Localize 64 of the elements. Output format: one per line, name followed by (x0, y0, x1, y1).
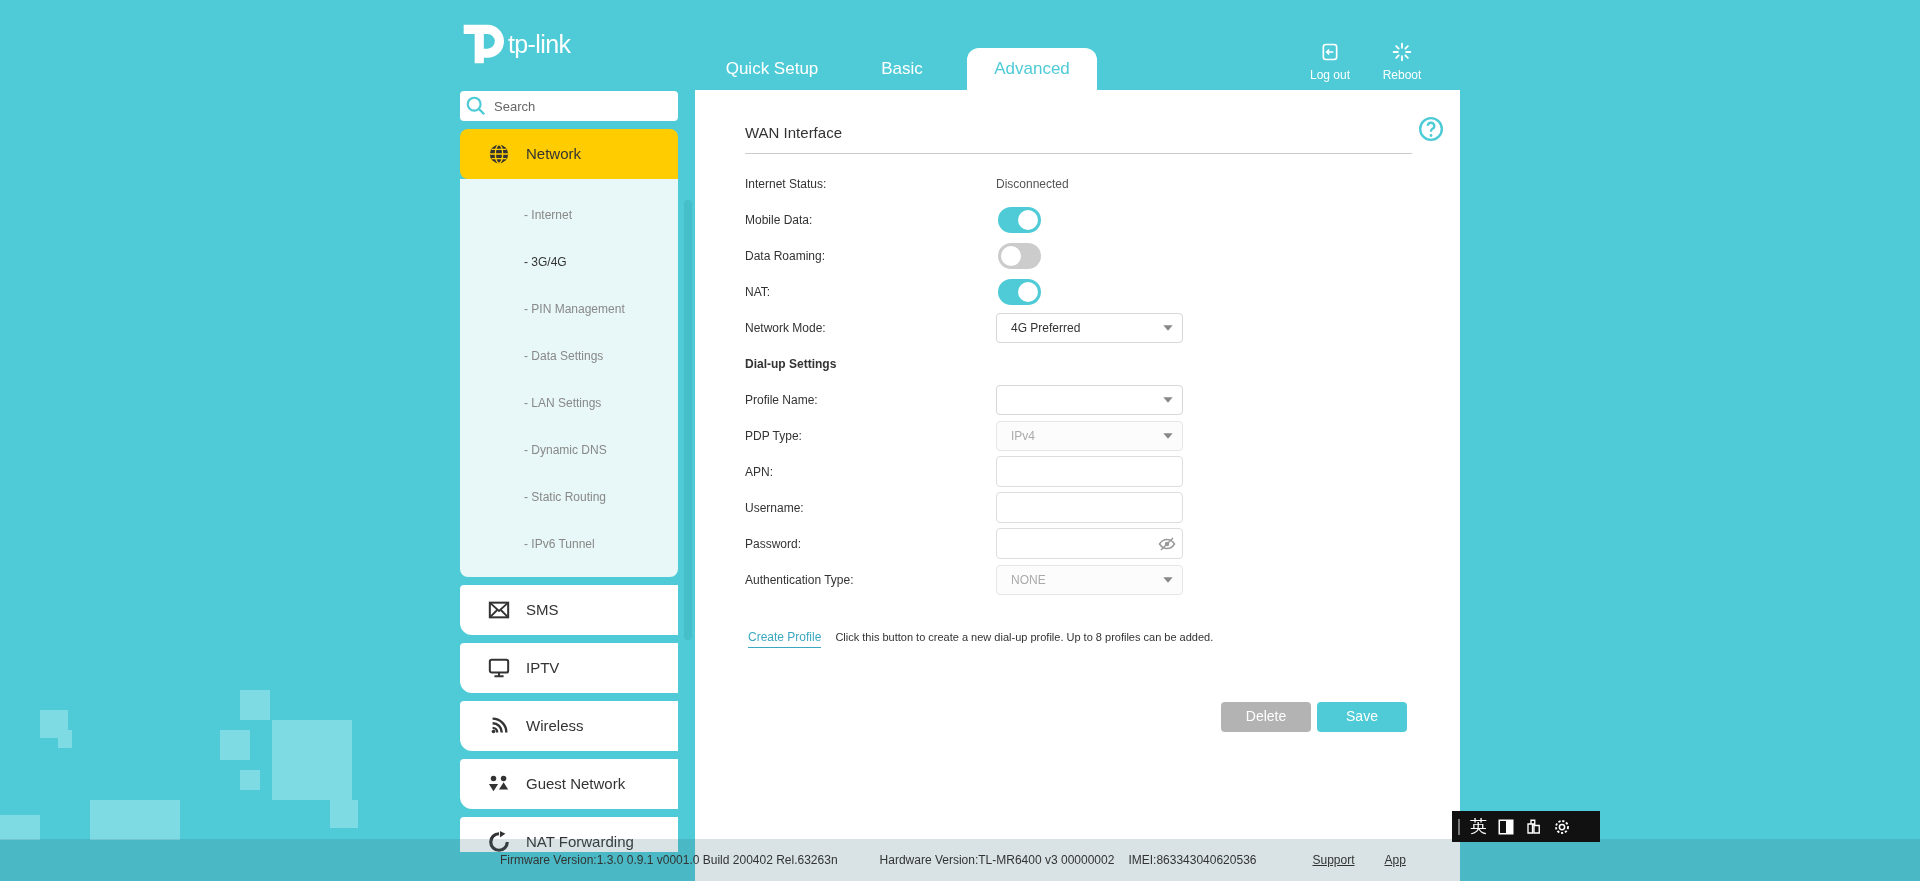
field-label: Password: (745, 535, 803, 553)
ime-language-button[interactable]: 英 (1470, 813, 1487, 840)
field-label: NAT: (745, 283, 772, 301)
field-label: Authentication Type: (745, 571, 855, 589)
sidebar-item[interactable]: SMS (460, 585, 678, 635)
half-square-icon (1497, 817, 1515, 836)
logout-button[interactable]: Log out (1300, 42, 1360, 84)
reboot-button[interactable]: Reboot (1372, 42, 1432, 84)
footer-link[interactable]: App (1384, 851, 1406, 869)
footer-link[interactable]: Support (1312, 851, 1355, 869)
logo-text: tp-link (508, 29, 571, 61)
submenu-item[interactable]: - IPv6 Tunnel (460, 520, 678, 567)
field-label: Username: (745, 499, 805, 517)
search-icon (465, 95, 487, 117)
eye-slash-icon (1158, 534, 1176, 553)
section-heading: Dial-up Settings (745, 355, 837, 373)
help-text: Click this button to create a new dial-up profile. Up to 8 profiles can be added. (835, 630, 1214, 646)
nav-tab[interactable]: Quick Setup (707, 48, 837, 90)
reboot-icon (1392, 42, 1412, 62)
submenu-item[interactable]: - Data Settings (460, 332, 678, 379)
submenu-item[interactable]: - Dynamic DNS (460, 426, 678, 473)
field-label: Network Mode: (745, 319, 827, 337)
field-label: Mobile Data: (745, 211, 814, 229)
field-label: Data Roaming: (745, 247, 827, 265)
sidebar-item[interactable]: Wireless (460, 701, 678, 751)
monitor-icon (488, 657, 510, 679)
submenu-item[interactable]: - 3G/4G (460, 238, 678, 285)
field-label: Profile Name: (745, 391, 819, 409)
section-title: WAN Interface (745, 122, 1412, 154)
sidebar-item[interactable]: Guest Network (460, 759, 678, 809)
field-label: APN: (745, 463, 774, 481)
submenu-item[interactable]: - Internet (460, 191, 678, 238)
logout-icon (1320, 42, 1340, 62)
dropdown[interactable] (996, 384, 1183, 415)
status-value: Disconnected (996, 175, 1069, 193)
sidebar-item[interactable]: NAT Forwarding (460, 817, 678, 852)
settings-icon (1553, 817, 1571, 836)
password-field[interactable] (996, 528, 1183, 559)
field-label: PDP Type: (745, 427, 803, 445)
nav-tab[interactable]: Basic (837, 48, 967, 90)
submenu-item[interactable]: - PIN Management (460, 285, 678, 332)
delete-button[interactable]: Delete (1221, 701, 1311, 732)
submenu-item[interactable]: - Static Routing (460, 473, 678, 520)
envelope-icon (488, 599, 510, 621)
dropdown[interactable]: 4G Preferred (996, 312, 1183, 343)
sidebar-item[interactable]: IPTV (460, 643, 678, 693)
field-label: Internet Status: (745, 175, 828, 193)
imei-text: IMEI:863343040620536 (1128, 852, 1257, 869)
toggle-switch[interactable] (998, 242, 1041, 269)
create-profile-link[interactable]: Create Profile (748, 627, 822, 648)
nav-tab[interactable]: Advanced (967, 48, 1097, 90)
globe-icon (488, 143, 510, 165)
help-icon[interactable] (1418, 115, 1444, 142)
input-field[interactable] (996, 456, 1183, 487)
search-field[interactable]: Search (460, 91, 678, 121)
save-button[interactable]: Save (1317, 701, 1407, 732)
hardware-version: Hardware Version:TL-MR6400 v3 00000002 (879, 852, 1115, 869)
puzzle-icon (1525, 817, 1543, 836)
toggle-switch[interactable] (998, 206, 1041, 233)
sidebar-item[interactable]: Network (460, 129, 678, 179)
toggle-switch[interactable] (998, 278, 1041, 305)
submenu-item[interactable]: - LAN Settings (460, 379, 678, 426)
circular-arrow-icon (488, 831, 510, 852)
input-field[interactable] (996, 492, 1183, 523)
